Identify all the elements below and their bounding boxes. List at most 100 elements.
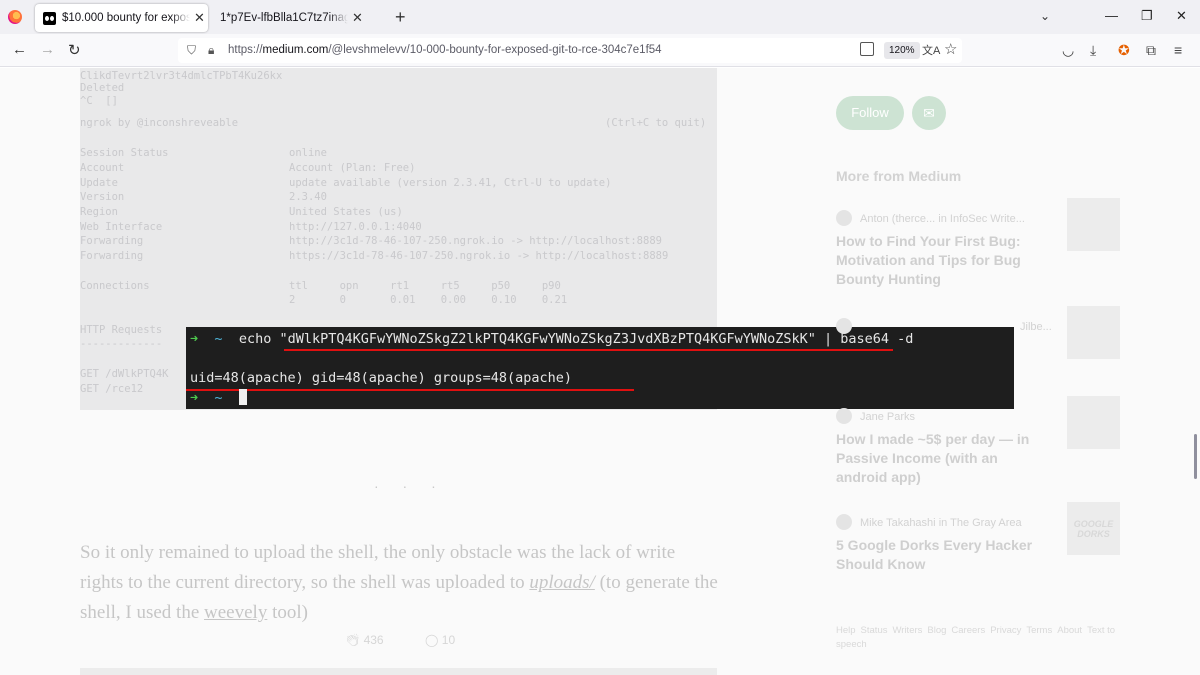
close-tab-icon[interactable]: ✕ — [194, 10, 205, 26]
more-from-medium-title: More from Medium — [836, 168, 962, 184]
ngrok-value: update available (version 2.3.41, Ctrl-U… — [289, 177, 612, 189]
footer-link[interactable]: Writers — [892, 625, 922, 636]
story-title[interactable]: How to Find Your First Bug: Motivation a… — [836, 232, 1051, 289]
weevely-link[interactable]: weevely — [204, 602, 267, 623]
address-bar[interactable]: ⛉ 🔒︎ https://medium.com/@levshmelevv/10-… — [178, 38, 962, 63]
terminal-cursor — [238, 389, 247, 405]
terminal-line: Deleted — [80, 82, 125, 94]
close-window-button[interactable]: ✕ — [1176, 8, 1187, 24]
firefox-logo-icon[interactable] — [8, 10, 22, 24]
avatar — [836, 318, 852, 334]
story-title[interactable]: How I made ~5$ per day — in Passive Inco… — [836, 430, 1051, 487]
http-requests-separator: ------------- — [80, 338, 163, 350]
avatar — [836, 408, 852, 424]
ngrok-key: Account — [80, 162, 125, 174]
page-scrollbar-thumb[interactable] — [1194, 434, 1197, 479]
ngrok-value: http://127.0.0.1:4040 — [289, 221, 422, 233]
story-thumbnail[interactable] — [1067, 306, 1120, 359]
url-text[interactable]: https://medium.com/@levshmelevv/10-000-b… — [228, 44, 662, 56]
terminal-command: echo "dWlkPTQ4KGFwYWNoZSkgZ2lkPTQ4KGFwYW… — [238, 331, 914, 347]
responses-button[interactable]: ◯ 10 — [425, 633, 455, 647]
story-title[interactable]: 5 Google Dorks Every Hacker Should Know — [836, 536, 1051, 574]
story-thumbnail[interactable] — [1067, 396, 1120, 449]
ngrok-key: Web Interface — [80, 221, 163, 233]
close-tab-icon[interactable]: ✕ — [352, 10, 363, 26]
section-separator: · · · — [374, 478, 446, 494]
connections-columns: ttl opn rt1 rt5 p50 p90 — [289, 280, 561, 292]
pocket-icon[interactable]: ◡ — [1062, 42, 1074, 59]
story-thumbnail[interactable] — [1067, 198, 1120, 251]
story-author[interactable]: Jane Parks — [836, 408, 915, 424]
subscribe-email-icon[interactable]: ✉ — [912, 96, 946, 130]
ngrok-key: Forwarding — [80, 235, 144, 247]
red-underline — [284, 349, 893, 351]
prompt-tilde: ~ — [214, 331, 223, 347]
ngrok-key: Update — [80, 177, 118, 189]
terminal-zoom-overlay: ➜ ~ echo "dWlkPTQ4KGFwYWNoZSkgZ2lkPTQ4KG… — [186, 327, 1014, 409]
navigation-toolbar: ← → ↻ ⛉ 🔒︎ https://medium.com/@levshmele… — [0, 34, 1200, 67]
terminal-prompt-line: ➜ ~ — [190, 389, 247, 406]
avatar — [836, 514, 852, 530]
ngrok-value: 2.3.40 — [289, 191, 327, 203]
connections-label: Connections — [80, 280, 150, 292]
clap-icon: 👏︎ — [345, 633, 361, 647]
reader-view-icon[interactable] — [860, 42, 874, 56]
translate-icon[interactable]: 文A — [922, 42, 940, 58]
forward-arrow-icon[interactable]: → — [40, 41, 55, 58]
footer-link[interactable]: Careers — [951, 625, 985, 636]
lock-icon[interactable]: 🔒︎ — [208, 43, 214, 58]
list-all-tabs-icon[interactable]: ⌄ — [1040, 9, 1050, 23]
thumbnail-text: GOOGLE DORKS — [1073, 518, 1114, 539]
follow-button[interactable]: Follow — [836, 96, 904, 130]
tracking-protection-shield-icon[interactable]: ⛉ — [187, 43, 196, 58]
ngrok-key: Session Status — [80, 147, 169, 159]
ngrok-value: United States (us) — [289, 206, 403, 218]
bookmark-star-icon[interactable]: ☆ — [944, 40, 957, 58]
avatar — [836, 210, 852, 226]
story-author[interactable]: Anton (therce... in InfoSec Write... — [836, 210, 1025, 226]
ngrok-value: http://3c1d-78-46-107-250.ngrok.io -> ht… — [289, 235, 662, 247]
prompt-tilde: ~ — [214, 390, 223, 406]
footer-link[interactable]: Privacy — [990, 625, 1021, 636]
tab-medium-article[interactable]: $10.000 bounty for exposed .git ✕ — [35, 4, 208, 32]
reload-icon[interactable]: ↻ — [68, 41, 81, 59]
tab-webp-image[interactable]: 1*p7Ev-lfbBlla1C7tz7inag.webp (WE ✕ — [212, 4, 382, 32]
footer-link[interactable]: Terms — [1026, 625, 1052, 636]
http-request-line: GET /dWlkPTQ4K — [80, 368, 169, 380]
terminal-line: ClikdTevrt2lvr3t4dmlcTPbT4Ku26kx — [80, 70, 283, 82]
story-author[interactable]: Jilbe... — [836, 318, 1052, 334]
ngrok-header-left: ngrok by @inconshreveable — [80, 117, 239, 129]
story-thumbnail[interactable]: GOOGLE DORKS — [1067, 502, 1120, 555]
extension-icon[interactable]: ✪ — [1118, 42, 1130, 59]
http-requests-label: HTTP Requests — [80, 324, 163, 336]
responses-count: 10 — [441, 633, 456, 647]
minimize-window-button[interactable]: — — [1105, 8, 1118, 23]
extensions-puzzle-icon[interactable]: ⧉ — [1146, 42, 1156, 59]
terminal-output: uid=48(apache) gid=48(apache) groups=48(… — [190, 370, 573, 386]
footer-link[interactable]: Status — [861, 625, 888, 636]
restore-window-button[interactable]: ❐ — [1141, 8, 1153, 24]
back-arrow-icon[interactable]: ← — [12, 41, 27, 58]
tab-label: 1*p7Ev-lfbBlla1C7tz7inag.webp (WE — [220, 12, 348, 24]
footer-links: Help Status Writers Blog Careers Privacy Terms… — [836, 624, 1126, 652]
ngrok-key: Forwarding — [80, 250, 144, 262]
http-request-line: GET /rce12 — [80, 383, 144, 395]
footer-link[interactable]: Blog — [927, 625, 946, 636]
red-underline — [186, 389, 634, 391]
clap-button[interactable]: 👏︎ 436 — [345, 633, 384, 647]
terminal-line: ^C [] — [80, 95, 118, 107]
connections-values: 2 0 0.01 0.00 0.10 0.21 — [289, 294, 568, 306]
ngrok-value: Account (Plan: Free) — [289, 162, 416, 174]
footer-link[interactable]: Help — [836, 625, 856, 636]
page-content: ClikdTevrt2lvr3t4dmlcTPbT4Ku26kx Deleted… — [0, 68, 1200, 675]
tab-label: $10.000 bounty for exposed .git — [62, 12, 190, 24]
new-tab-button[interactable]: + — [395, 7, 406, 28]
ngrok-header-right: (Ctrl+C to quit) — [605, 117, 707, 129]
menu-hamburger-icon[interactable]: ≡ — [1174, 42, 1182, 58]
zoom-level-badge[interactable]: 120% — [884, 42, 920, 59]
footer-link[interactable]: About — [1057, 625, 1082, 636]
ngrok-value: online — [289, 147, 327, 159]
downloads-icon[interactable]: ⤓ — [1090, 42, 1096, 59]
article-paragraph: So it only remained to upload the shell,… — [80, 542, 718, 623]
story-author[interactable]: Mike Takahashi in The Gray Area — [836, 514, 1022, 530]
